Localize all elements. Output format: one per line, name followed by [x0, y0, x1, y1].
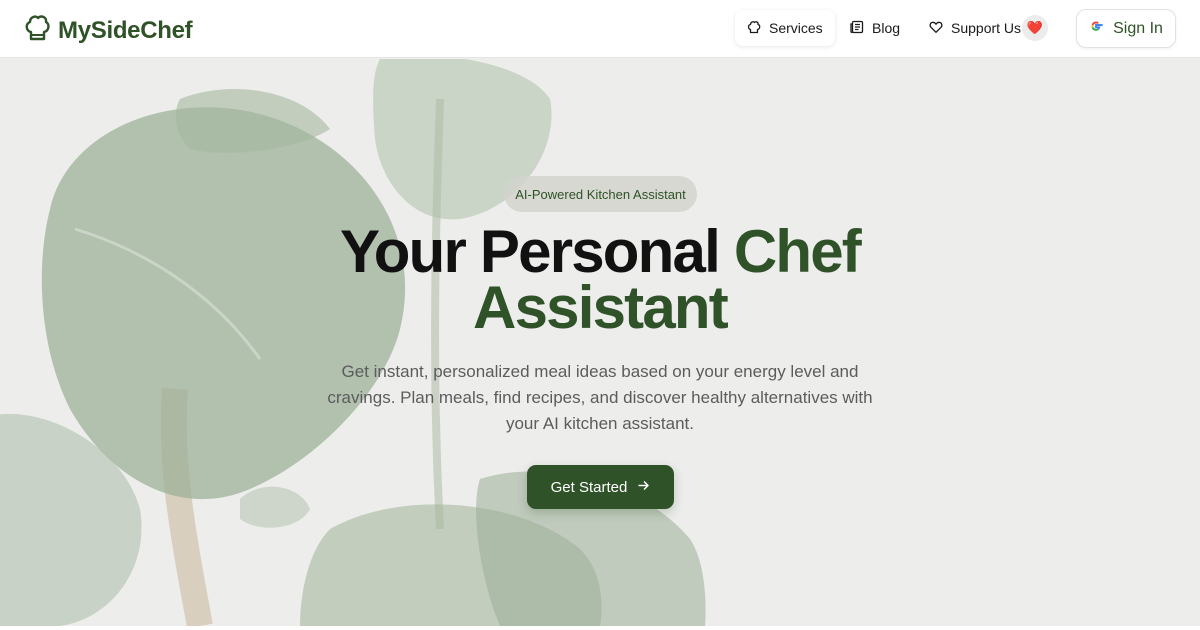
arrow-right-icon [637, 479, 650, 496]
get-started-button[interactable]: Get Started [527, 465, 674, 509]
get-started-label: Get Started [550, 478, 628, 496]
hero-title: Your Personal Chef Assistant [300, 222, 900, 338]
hero-subtitle: Get instant, personalized meal ideas bas… [327, 362, 873, 433]
nav-support-label: Support Us [951, 20, 1022, 36]
sign-in-button[interactable]: Sign In [1076, 9, 1176, 48]
newspaper-icon [850, 20, 864, 37]
page-bottom-edge [0, 626, 1200, 630]
heart-emoji-badge[interactable]: ❤️ [1022, 15, 1048, 41]
nav-blog-label: Blog [872, 20, 901, 36]
google-icon [1089, 19, 1103, 38]
nav-blog[interactable]: Blog [838, 10, 912, 46]
chef-hat-icon [24, 14, 50, 47]
nav-support-us[interactable]: Support Us [917, 10, 1033, 46]
monstera-plant-background-image [0, 59, 1200, 626]
brand-logo-link[interactable]: MySideChef [24, 14, 193, 47]
chef-hat-small-icon [747, 20, 761, 37]
heart-emoji: ❤️ [1026, 20, 1044, 35]
nav-services[interactable]: Services [735, 10, 835, 46]
ai-powered-badge: AI-Powered Kitchen Assistant [504, 176, 697, 212]
sign-in-label: Sign In [1113, 19, 1163, 37]
top-navigation-bar: MySideChef Services Blog Support Us ❤️ S… [0, 0, 1200, 58]
nav-services-label: Services [769, 20, 823, 36]
brand-name: MySideChef [58, 16, 193, 44]
heart-outline-icon [929, 20, 943, 37]
hero-section: AI-Powered Kitchen Assistant Your Person… [0, 59, 1200, 626]
